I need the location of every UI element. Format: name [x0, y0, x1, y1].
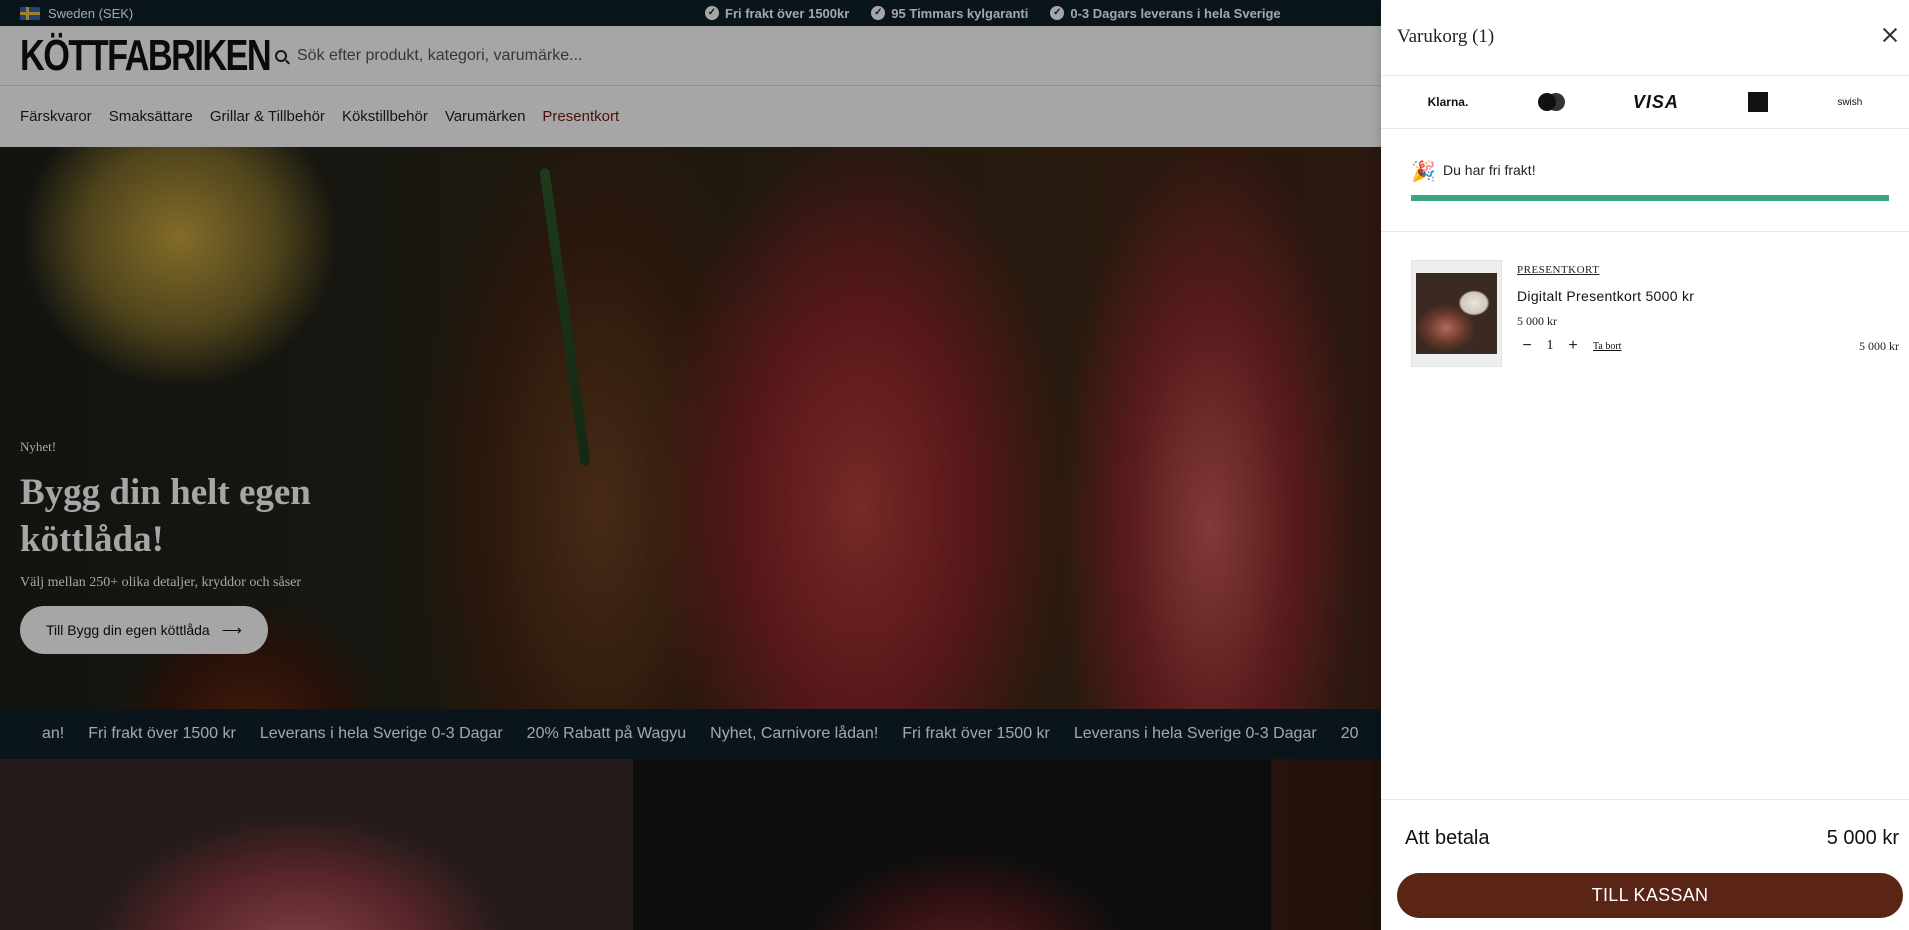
checkout-button[interactable]: TILL KASSAN: [1397, 873, 1903, 918]
cart-drawer: Varukorg (1) Klarna. VISA swish 🎉 Du har…: [1381, 0, 1909, 930]
product-name[interactable]: Digitalt Presentkort 5000 kr: [1517, 288, 1694, 304]
minus-icon[interactable]: −: [1517, 336, 1537, 356]
free-shipping-progress: 🎉 Du har fri frakt!: [1381, 129, 1909, 232]
progress-fill: [1411, 195, 1889, 201]
quantity-value[interactable]: 1: [1537, 338, 1563, 354]
total-row: Att betala 5 000 kr: [1405, 827, 1899, 850]
gift-card-image: [1416, 273, 1497, 354]
payment-methods: Klarna. VISA swish: [1381, 76, 1909, 129]
cart-footer: Att betala 5 000 kr TILL KASSAN: [1381, 799, 1909, 930]
close-icon[interactable]: [1881, 26, 1899, 44]
remove-item-link[interactable]: Ta bort: [1593, 341, 1621, 352]
visa-logo: VISA: [1632, 91, 1679, 112]
cart-title: Varukorg (1): [1397, 26, 1495, 47]
total-value: 5 000 kr: [1826, 827, 1899, 849]
quantity-stepper: − 1 + Ta bort: [1517, 336, 1621, 356]
party-popper-icon: 🎉: [1411, 161, 1436, 183]
amex-icon: [1748, 92, 1769, 112]
plus-icon[interactable]: +: [1563, 336, 1583, 356]
swish-logo: swish: [1837, 96, 1863, 108]
mastercard-icon: [1537, 93, 1565, 111]
total-label: Att betala: [1405, 827, 1490, 849]
progress-track: [1411, 195, 1889, 201]
klarna-logo: Klarna.: [1427, 95, 1469, 109]
product-thumbnail[interactable]: [1411, 260, 1502, 367]
drawer-backdrop[interactable]: [0, 0, 1381, 930]
cart-header: Varukorg (1): [1381, 0, 1909, 76]
product-price: 5 000 kr: [1517, 314, 1557, 328]
free-shipping-text: Du har fri frakt!: [1443, 162, 1536, 178]
line-total: 5 000 kr: [1859, 339, 1899, 353]
cart-line-item: PRESENTKORT Digitalt Presentkort 5000 kr…: [1381, 232, 1909, 372]
product-vendor[interactable]: PRESENTKORT: [1517, 264, 1599, 276]
